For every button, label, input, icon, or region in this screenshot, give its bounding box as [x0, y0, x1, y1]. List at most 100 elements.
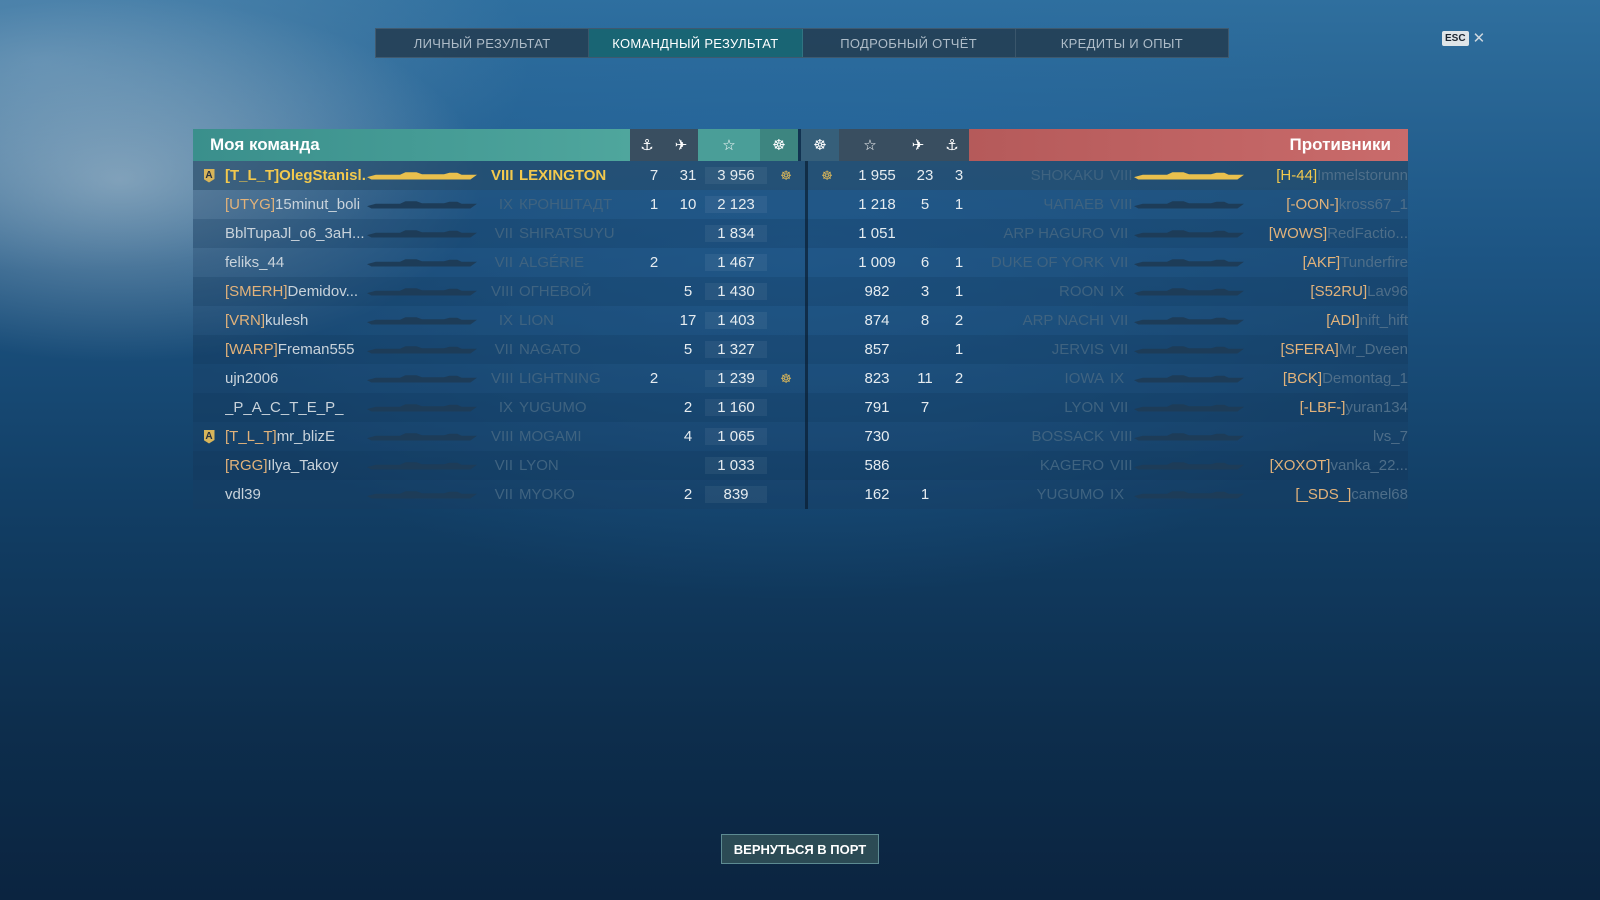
enemy-player-nick: yuran134	[1345, 399, 1408, 416]
player-nick: BblTupaJl_o6_3aH...	[225, 225, 365, 242]
enemy-player-nick: Immelstorunn	[1317, 167, 1408, 184]
enemy-player-nick: Demontag_1	[1322, 370, 1408, 387]
table-row[interactable]: BblTupaJl_o6_3aH... VII SHIRATSUYU 1 834 1 0…	[193, 219, 1408, 248]
table-body: A [T_L_T]OlegStanisl... VIII LEXINGTON 7 31 3 …	[193, 161, 1408, 509]
enemy-ship-name: ARP NACHI	[1022, 312, 1104, 329]
player-nick: feliks_44	[225, 254, 285, 271]
enemy-planes-destroyed: 7	[920, 399, 930, 416]
table-row[interactable]: ujn2006 VIII LIGHTNING 2 1 239 ☸ 823 11 2 IOWA IX […	[193, 364, 1408, 393]
planes-destroyed: 5	[683, 341, 693, 358]
planes-destroyed-icon: ✈	[664, 129, 698, 161]
enemy-player-nick: Tunderfire	[1340, 254, 1408, 271]
enemy-xp-star-icon: ☆	[839, 129, 901, 161]
ship-silhouette-icon	[367, 313, 491, 329]
enemy-ship-silhouette-icon	[1134, 429, 1258, 445]
planes-destroyed: 2	[683, 399, 693, 416]
team-divider	[805, 451, 808, 480]
tab-team-result[interactable]: КОМАНДНЫЙ РЕЗУЛЬТАТ	[589, 29, 803, 57]
return-to-port-button[interactable]: ВЕРНУТЬСЯ В ПОРТ	[721, 834, 879, 864]
enemy-clan-tag: [-OON-]	[1286, 196, 1339, 213]
enemy-ship-name: SHOKAKU	[1030, 167, 1104, 184]
close-button[interactable]: ESC ✕	[1442, 31, 1485, 46]
table-row[interactable]: [WARP]Freman555 VII NAGATO 5 1 327 857 1 JERVIS…	[193, 335, 1408, 364]
enemy-ship-silhouette-icon	[1134, 226, 1258, 242]
enemy-ship-name: IOWA	[1064, 370, 1104, 387]
ship-tier: IX	[498, 196, 513, 213]
tab-credits-xp[interactable]: КРЕДИТЫ И ОПЫТ	[1016, 29, 1228, 57]
table-row[interactable]: A [T_L_T]mr_blizE VIII MOGAMI 4 1 065 730 BOSSA…	[193, 422, 1408, 451]
player-name: feliks_44	[225, 254, 367, 271]
ship-name: LION	[519, 312, 555, 329]
ship-tier: VII	[494, 457, 513, 474]
enemy-ships-destroyed: 3	[954, 167, 964, 184]
tab-personal-result[interactable]: ЛИЧНЫЙ РЕЗУЛЬТАТ	[376, 29, 590, 57]
table-row[interactable]: vdl39 VII MYOKO 2 839 162 1 YUGUMO IX [_SDS_]came…	[193, 480, 1408, 509]
enemy-player-name: lvs_7	[1258, 428, 1408, 445]
enemy-clan-tag: [AKF]	[1302, 254, 1341, 271]
base-xp: 1 160	[705, 399, 767, 416]
enemy-player-nick: nift_hift	[1359, 312, 1408, 329]
ship-name: MYOKO	[519, 486, 575, 503]
enemy-ship-name: LYON	[1064, 399, 1104, 416]
enemy-ship-tier: IX	[1110, 283, 1125, 300]
table-row[interactable]: [UTYG]15minut_boli IX КРОНШТАДТ 1 10 2 123 1 2…	[193, 190, 1408, 219]
base-xp: 1 327	[705, 341, 767, 358]
enemy-clan-tag: [XOXOT]	[1269, 457, 1331, 474]
ship-name: КРОНШТАДТ	[519, 196, 613, 213]
close-icon: ✕	[1472, 29, 1486, 47]
base-xp: 1 239	[705, 370, 767, 387]
enemy-ships-destroyed: 1	[954, 341, 964, 358]
team-results-table: Моя команда ⚓ ✈ ☆ ☸ ☸ ☆ ✈ ⚓ Противники A…	[193, 129, 1408, 509]
base-xp: 1 403	[705, 312, 767, 329]
planes-destroyed: 2	[683, 486, 693, 503]
enemy-player-name: [SFERA]Mr_Dveen	[1258, 341, 1408, 358]
ship-silhouette-icon	[367, 400, 491, 416]
table-row[interactable]: feliks_44 VII ALGÉRIE 2 1 467 1 009 6 1 DUKE OF …	[193, 248, 1408, 277]
base-xp: 839	[705, 486, 767, 503]
medal-icon: ☸	[760, 129, 798, 161]
ship-tier: VIII	[491, 283, 514, 300]
ship-tier: VII	[494, 341, 513, 358]
enemy-medal-icon: ☸	[801, 129, 839, 161]
clan-tag: [RGG]	[225, 457, 268, 474]
enemy-player-name: [-LBF-]yuran134	[1258, 399, 1408, 416]
enemy-planes-destroyed: 8	[920, 312, 930, 329]
enemy-player-nick: camel68	[1351, 486, 1408, 503]
enemy-base-xp: 1 955	[858, 167, 896, 184]
player-nick: ujn2006	[225, 370, 279, 387]
enemy-player-name: [S52RU]Lav96	[1258, 283, 1408, 300]
enemy-player-nick: lvs_7	[1372, 428, 1408, 445]
player-nick: Freman555	[277, 341, 355, 358]
enemy-clan-tag: [BCK]	[1282, 370, 1323, 387]
enemy-player-name: [-OON-]kross67_1	[1258, 196, 1408, 213]
enemy-base-xp: 791	[864, 399, 890, 416]
ship-name: LEXINGTON	[519, 167, 607, 184]
planes-destroyed: 17	[679, 312, 697, 329]
clan-tag: [T_L_T]	[225, 167, 280, 184]
enemy-ship-name: ROON	[1059, 283, 1104, 300]
ships-destroyed-icon: ⚓	[630, 129, 664, 161]
enemy-ships-destroyed-icon: ⚓	[935, 129, 969, 161]
enemy-base-xp: 823	[864, 370, 890, 387]
enemy-clan-tag: [ADI]	[1326, 312, 1360, 329]
enemy-ship-name: ARP HAGURO	[1003, 225, 1104, 242]
enemy-ships-destroyed: 1	[954, 196, 964, 213]
table-row[interactable]: [VRN]kulesh IX LION 17 1 403 874 8 2 ARP NACHI VI…	[193, 306, 1408, 335]
enemy-ship-tier: VII	[1110, 341, 1129, 358]
team-divider	[805, 277, 808, 306]
enemy-player-name: [BCK]Demontag_1	[1258, 370, 1408, 387]
enemy-ship-silhouette-icon	[1134, 255, 1258, 271]
table-row[interactable]: A [T_L_T]OlegStanisl... VIII LEXINGTON 7 31 3 …	[193, 161, 1408, 190]
ship-silhouette-icon	[367, 197, 491, 213]
table-row[interactable]: _P_A_C_T_E_P_ IX YUGUMO 2 1 160 791 7 LYON VII [-…	[193, 393, 1408, 422]
tab-detailed-report[interactable]: ПОДРОБНЫЙ ОТЧЁТ	[803, 29, 1016, 57]
planes-destroyed: 5	[683, 283, 693, 300]
enemy-ship-silhouette-icon	[1134, 313, 1258, 329]
ship-silhouette-icon	[367, 371, 491, 387]
enemy-base-xp: 162	[864, 486, 890, 503]
ship-silhouette-icon	[367, 458, 491, 474]
table-row[interactable]: [RGG]Ilya_Takoy VII LYON 1 033 586 KAGERO VIII…	[193, 451, 1408, 480]
team-divider	[805, 306, 808, 335]
table-row[interactable]: [SMERH]Demidov... VIII ОГНЕВОЙ 5 1 430 982 3 1 R…	[193, 277, 1408, 306]
enemy-ship-silhouette-icon	[1134, 371, 1258, 387]
